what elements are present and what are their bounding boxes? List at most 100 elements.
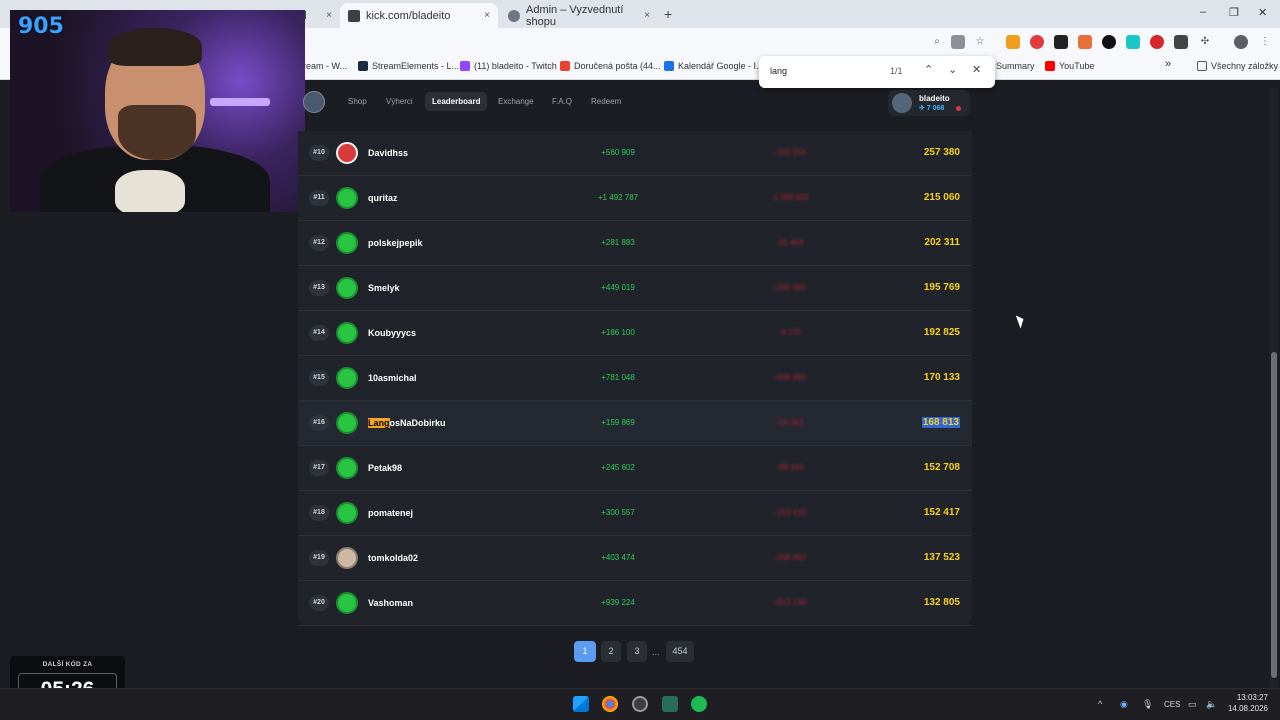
tab-close-icon[interactable]: × — [326, 10, 332, 21]
nav-faq[interactable]: F.A.Q — [552, 97, 572, 106]
table-row[interactable]: #15 10asmichal +781 048 -608 890 170 133 — [298, 356, 972, 401]
avatar[interactable] — [336, 187, 358, 209]
avatar[interactable] — [336, 322, 358, 344]
close-window-button[interactable]: ✕ — [1258, 6, 1267, 19]
username[interactable]: Vashoman — [368, 598, 413, 608]
table-row[interactable]: #17 Petak98 +245 602 -98 443 152 708 — [298, 446, 972, 491]
profile-avatar[interactable] — [1234, 35, 1248, 49]
new-tab-button[interactable]: + — [664, 6, 672, 22]
rank-badge: #19 — [309, 550, 329, 566]
extension-icon[interactable] — [1078, 35, 1092, 49]
scrollbar-thumb[interactable] — [1271, 352, 1277, 678]
nav-shop[interactable]: Shop — [348, 97, 367, 106]
menu-kebab-icon[interactable]: ⋮ — [1258, 35, 1272, 49]
chrome-icon[interactable] — [602, 696, 618, 712]
extension-icon[interactable] — [1126, 35, 1140, 49]
bookmark-item[interactable]: Doručená pošta (44... — [560, 61, 661, 71]
extension-icon[interactable] — [1150, 35, 1164, 49]
bookmark-item[interactable]: Summary — [996, 61, 1035, 71]
rank-badge: #12 — [309, 235, 329, 251]
bookmark-item[interactable]: YouTube — [1045, 61, 1094, 71]
rank-badge: #18 — [309, 505, 329, 521]
page-2-button[interactable]: 2 — [601, 641, 621, 662]
extension-icon[interactable] — [1006, 35, 1020, 49]
extension-icon[interactable] — [1102, 35, 1116, 49]
site-logo[interactable] — [303, 91, 325, 113]
nav-leaderboard[interactable]: Leaderboard — [425, 92, 488, 111]
minimize-button[interactable]: – — [1200, 6, 1206, 18]
find-next-icon[interactable]: ⌄ — [948, 63, 957, 76]
find-input[interactable]: lang — [770, 66, 787, 76]
avatar[interactable] — [336, 142, 358, 164]
avatar[interactable] — [336, 412, 358, 434]
table-row[interactable]: #18 pomatenej +300 557 -153 416 152 417 — [298, 491, 972, 536]
avatar[interactable] — [336, 457, 358, 479]
nav-vyherci[interactable]: Výherci — [386, 97, 413, 106]
table-row[interactable]: #12 polskejpepik +281 883 -91 404 202 311 — [298, 221, 972, 266]
username[interactable]: Smelyk — [368, 283, 400, 293]
username[interactable]: quritaz — [368, 193, 398, 203]
bookmarks-overflow-button[interactable]: » — [1165, 58, 1171, 70]
table-row[interactable]: #14 Koubyyycs +186 100 -9 175 192 825 — [298, 311, 972, 356]
extension-icon[interactable] — [1030, 35, 1044, 49]
table-row[interactable]: #16 LangosNaDobirku +159 869 -16 342 168 813 — [298, 401, 972, 446]
page-3-button[interactable]: 3 — [627, 641, 647, 662]
username[interactable]: pomatenej — [368, 508, 413, 518]
all-bookmarks-button[interactable]: Všechny záložky — [1197, 61, 1278, 71]
network-icon[interactable]: ▭ — [1188, 699, 1197, 710]
obs-icon[interactable] — [632, 696, 648, 712]
windows-start-icon[interactable] — [573, 696, 589, 712]
find-previous-icon[interactable]: ⌃ — [924, 63, 933, 76]
loss-value: -91 404 — [776, 238, 804, 247]
loss-value: -315 554 — [774, 148, 806, 157]
reader-icon[interactable] — [951, 35, 965, 49]
nav-redeem[interactable]: Redeem — [591, 97, 621, 106]
user-badge[interactable]: bladeito ✈ 7 068 — [888, 90, 970, 116]
loss-value: -9 175 — [778, 328, 802, 337]
avatar[interactable] — [336, 547, 358, 569]
system-clock[interactable]: 13:03:27 14.08.2026 — [1226, 692, 1268, 714]
username[interactable]: Koubyyycs — [368, 328, 416, 338]
bookmark-item[interactable]: (11) bladeito - Twitch — [460, 61, 557, 71]
language-indicator[interactable]: CES — [1164, 700, 1180, 709]
extension-icon[interactable] — [1174, 35, 1188, 49]
tab-kick[interactable]: kick.com/bladeito × — [340, 3, 498, 28]
tab-close-icon[interactable]: × — [484, 10, 490, 21]
find-close-icon[interactable]: ✕ — [972, 63, 981, 76]
username[interactable]: Petak98 — [368, 463, 402, 473]
table-row[interactable]: #19 tomkolda02 +403 474 -268 462 137 523 — [298, 536, 972, 581]
leaderboard-table: #10 Davidhss +560 909 -315 554 257 380 #11 qur… — [298, 131, 972, 626]
table-row[interactable]: #10 Davidhss +560 909 -315 554 257 380 — [298, 131, 972, 176]
avatar[interactable] — [336, 592, 358, 614]
username[interactable]: polskejpepik — [368, 238, 423, 248]
table-row[interactable]: #13 Smelyk +449 019 -255 460 195 769 — [298, 266, 972, 311]
tab-admin[interactable]: Admin – Vyzvednutí shopu × — [500, 3, 658, 28]
volume-icon[interactable]: 🔈 — [1206, 699, 1217, 710]
puzzle-icon[interactable]: ✣ — [1198, 35, 1212, 49]
avatar[interactable] — [336, 502, 358, 524]
bookmark-star-icon[interactable]: ☆ — [973, 35, 987, 49]
bookmark-item[interactable]: StreamElements - L... — [358, 61, 459, 71]
maximize-button[interactable]: ❐ — [1229, 6, 1239, 19]
avatar[interactable] — [336, 232, 358, 254]
avatar[interactable] — [336, 367, 358, 389]
table-row[interactable]: #20 Vashoman +939 224 -813 139 132 805 — [298, 581, 972, 626]
username[interactable]: LangosNaDobirku — [368, 418, 446, 428]
table-row[interactable]: #11 quritaz +1 492 787 -1 289 602 215 060 — [298, 176, 972, 221]
username[interactable]: tomkolda02 — [368, 553, 418, 563]
zoom-icon[interactable]: ⌕ — [930, 35, 944, 49]
microphone-icon[interactable]: 🎙 — [1142, 699, 1153, 710]
app-icon[interactable] — [662, 696, 678, 712]
username[interactable]: Davidhss — [368, 148, 408, 158]
username[interactable]: 10asmichal — [368, 373, 417, 383]
avatar[interactable] — [336, 277, 358, 299]
tray-overflow-icon[interactable]: ^ — [1098, 699, 1102, 709]
page-1-button[interactable]: 1 — [574, 641, 596, 662]
nav-exchange[interactable]: Exchange — [498, 97, 534, 106]
spotify-icon[interactable] — [691, 696, 707, 712]
bookmark-item[interactable]: Kalendář Google - I... — [664, 61, 764, 71]
tab-close-icon[interactable]: × — [644, 10, 650, 21]
steam-icon[interactable]: ◉ — [1120, 699, 1128, 710]
extension-icon[interactable] — [1054, 35, 1068, 49]
page-last-button[interactable]: 454 — [666, 641, 694, 662]
